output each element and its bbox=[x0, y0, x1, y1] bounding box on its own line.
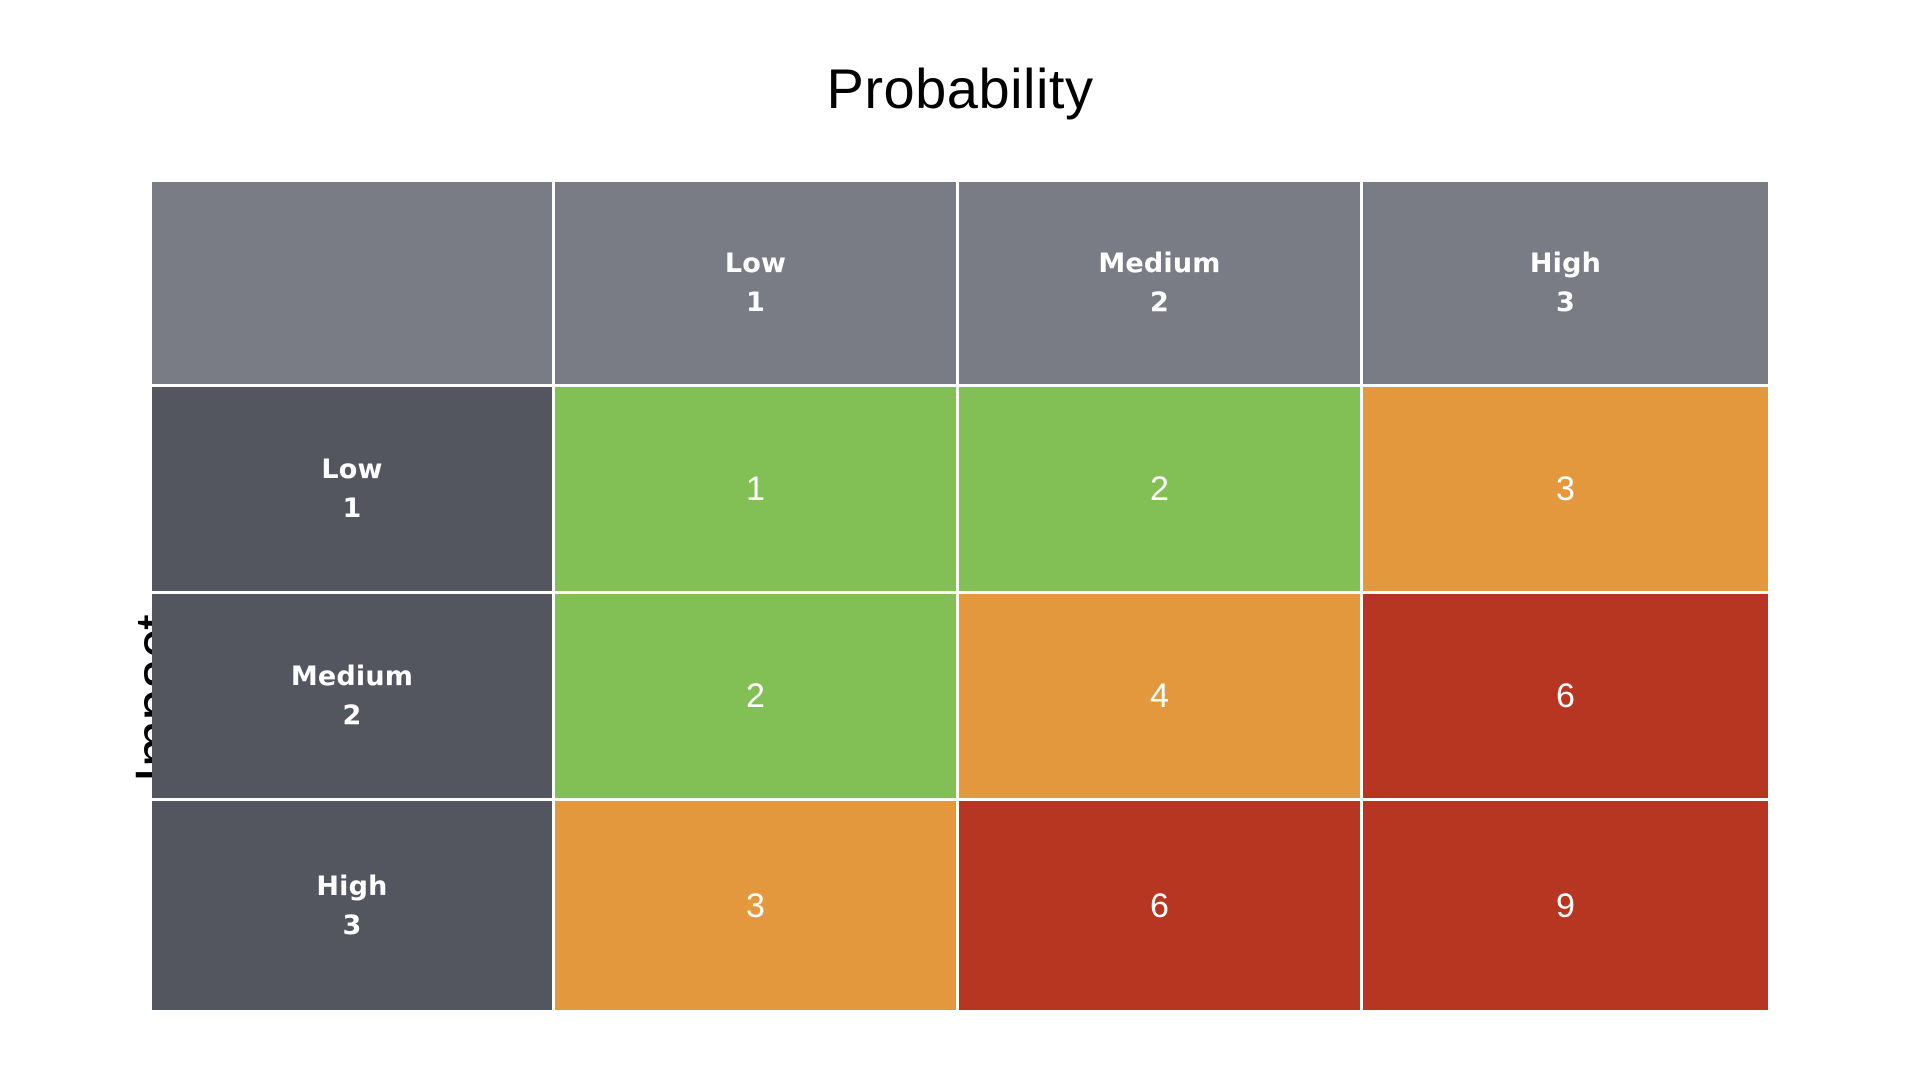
row-header-label: High bbox=[316, 870, 388, 902]
row-header-score: 2 bbox=[342, 700, 362, 731]
matrix-cell-value: 9 bbox=[1556, 886, 1575, 925]
row-header-score: 3 bbox=[342, 909, 362, 941]
matrix-cell-high-low[interactable]: 3 bbox=[555, 801, 959, 1010]
matrix-cell-medium-high[interactable]: 6 bbox=[1363, 594, 1768, 801]
matrix-cell-value: 2 bbox=[746, 677, 765, 715]
matrix-cell-low-low[interactable]: 1 bbox=[555, 387, 959, 594]
matrix-cell-value: 3 bbox=[1556, 470, 1575, 508]
matrix-cell-low-medium[interactable]: 2 bbox=[959, 387, 1363, 594]
matrix-cell-low-high[interactable]: 3 bbox=[1363, 387, 1768, 594]
row-header-score: 1 bbox=[342, 493, 362, 524]
column-header-score: 3 bbox=[1556, 287, 1575, 318]
column-header-label: Low bbox=[724, 248, 787, 279]
column-header-label: High bbox=[1529, 248, 1602, 279]
matrix-cell-high-medium[interactable]: 6 bbox=[959, 801, 1363, 1010]
column-header-score: 1 bbox=[746, 287, 765, 318]
row-header-medium[interactable]: Medium 2 bbox=[152, 594, 555, 801]
row-header-label: Medium bbox=[290, 661, 414, 692]
row-header-label: Low bbox=[321, 454, 383, 485]
matrix-cell-value: 4 bbox=[1150, 677, 1169, 715]
matrix-cell-value: 1 bbox=[746, 470, 765, 508]
column-header-low[interactable]: Low 1 bbox=[555, 182, 959, 387]
column-header-medium[interactable]: Medium 2 bbox=[959, 182, 1363, 387]
matrix-cell-value: 2 bbox=[1150, 470, 1169, 508]
matrix-corner-cell bbox=[152, 182, 555, 387]
row-header-low[interactable]: Low 1 bbox=[152, 387, 555, 594]
row-header-high[interactable]: High 3 bbox=[152, 801, 555, 1010]
page-title: Probability bbox=[826, 57, 1094, 120]
matrix-cell-medium-low[interactable]: 2 bbox=[555, 594, 959, 801]
matrix-cell-value: 3 bbox=[746, 886, 765, 925]
column-header-label: Medium bbox=[1098, 248, 1221, 279]
column-header-score: 2 bbox=[1150, 287, 1169, 318]
matrix-cell-value: 6 bbox=[1556, 677, 1575, 715]
column-header-high[interactable]: High 3 bbox=[1363, 182, 1768, 387]
risk-matrix: Low 1 Medium 2 High 3 Low 1 1 2 3 Medium… bbox=[152, 182, 1768, 1010]
matrix-cell-high-high[interactable]: 9 bbox=[1363, 801, 1768, 1010]
matrix-cell-medium-medium[interactable]: 4 bbox=[959, 594, 1363, 801]
matrix-cell-value: 6 bbox=[1150, 886, 1169, 925]
